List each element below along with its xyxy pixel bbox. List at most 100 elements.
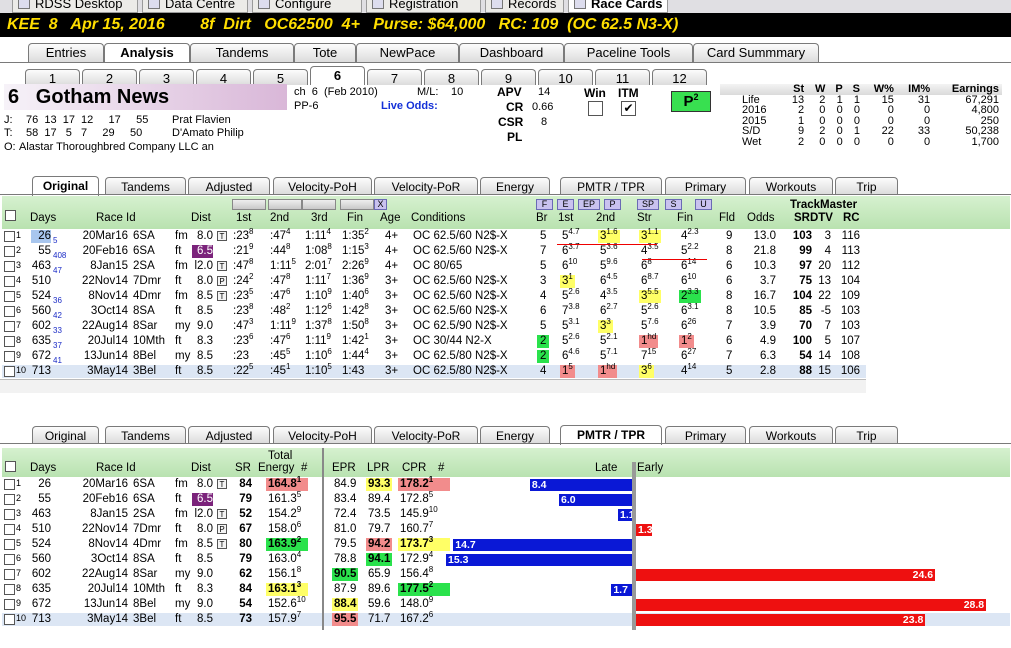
- row-checkbox[interactable]: [4, 539, 15, 550]
- row-checkbox[interactable]: [4, 494, 15, 505]
- row-checkbox[interactable]: [4, 231, 15, 242]
- row-checkbox[interactable]: [4, 276, 15, 287]
- energy-subtab-original[interactable]: Original: [32, 426, 99, 443]
- table-row[interactable]: 8 635 37 20Jul14 10Mth ft 8.3:236:476 1:119 1:42…: [2, 333, 866, 350]
- row-checkbox[interactable]: [4, 321, 15, 332]
- horse-tab-2[interactable]: 2: [82, 69, 137, 86]
- subtab-primary[interactable]: Primary: [665, 177, 746, 194]
- select-all-checkbox[interactable]: [5, 210, 16, 221]
- table-row[interactable]: 6 560 3Oct14 8SA ft 8.5 79 163.04 78.8 94.1 172.94…: [2, 551, 1010, 566]
- column-toggle-button[interactable]: [268, 199, 302, 210]
- itm-checkbox[interactable]: ✔: [621, 101, 636, 116]
- pace-filter-p[interactable]: P: [604, 199, 621, 210]
- table-row[interactable]: 4 510 22Nov14 7Dmr ft 8.0 P:242:478 1:117 1:369 3…: [2, 273, 866, 288]
- tab-paceline-tools[interactable]: Paceline Tools: [564, 43, 693, 62]
- row-checkbox[interactable]: [4, 291, 15, 302]
- table-row[interactable]: 1 26 5 20Mar16 6SA fm 8.0 T:238:474 1:114 1:352 4+…: [2, 228, 866, 245]
- energy-subtab-tandems[interactable]: Tandems: [105, 426, 186, 443]
- subtab-original[interactable]: Original: [32, 176, 99, 196]
- table-row[interactable]: 7 602 33 22Aug14 8Sar my 9.0:473 1:119 1:378 1:50…: [2, 318, 866, 335]
- top-nav-data-centre[interactable]: Data Centre: [142, 0, 248, 13]
- tab-newpace[interactable]: NewPace: [356, 43, 459, 62]
- column-toggle-button[interactable]: [232, 199, 266, 210]
- row-checkbox[interactable]: [4, 261, 15, 272]
- subtab-velocity-poh[interactable]: Velocity-PoH: [273, 177, 372, 194]
- tab-analysis[interactable]: Analysis: [104, 43, 190, 63]
- row-checkbox[interactable]: [4, 524, 15, 535]
- pace-filter-f[interactable]: F: [536, 199, 553, 210]
- row-checkbox[interactable]: [4, 584, 15, 595]
- row-checkbox[interactable]: [4, 246, 15, 257]
- tab-dashboard[interactable]: Dashboard: [459, 43, 564, 62]
- energy-subtab-pmtr-tpr[interactable]: PMTR / TPR: [560, 425, 662, 445]
- horse-tab-7[interactable]: 7: [367, 69, 422, 86]
- pace-filter-sp[interactable]: SP: [637, 199, 659, 210]
- horse-tab-11[interactable]: 11: [595, 69, 650, 86]
- energy-subtab-energy[interactable]: Energy: [480, 426, 550, 443]
- table-row[interactable]: 3 463 8Jan15 2SA fm l2.0 T 52 154.29 72.4 73.5 145.…: [2, 506, 1010, 521]
- row-checkbox[interactable]: [4, 569, 15, 580]
- table-row[interactable]: 10 713 3May14 3Bel ft 8.5:225:451 1:105 1:43 3+ O…: [2, 363, 866, 378]
- energy-subtab-primary[interactable]: Primary: [665, 426, 746, 443]
- tab-entries[interactable]: Entries: [28, 43, 104, 62]
- table-row[interactable]: 4 510 22Nov14 7Dmr ft 8.0 P 67 158.06 81.0 79.7 160…: [2, 521, 1010, 536]
- horse-tab-5[interactable]: 5: [253, 69, 308, 86]
- table-row[interactable]: 10 713 3May14 3Bel ft 8.5 73 157.97 95.5 71.7 167.…: [2, 611, 1010, 626]
- tab-tandems[interactable]: Tandems: [190, 43, 294, 62]
- horizontal-scrollbar[interactable]: [0, 379, 866, 393]
- horse-tab-9[interactable]: 9: [481, 69, 536, 86]
- subtab-tandems[interactable]: Tandems: [105, 177, 186, 194]
- top-nav-configure[interactable]: Configure: [252, 0, 362, 13]
- horse-tab-6[interactable]: 6: [310, 66, 365, 85]
- energy-subtab-velocity-por[interactable]: Velocity-PoR: [374, 426, 478, 443]
- table-row[interactable]: 2 55 20Feb16 6SA ft 6.5 79 161.35 83.4 89.4 172.85…: [2, 491, 1010, 506]
- top-nav-race-cards[interactable]: Race Cards: [568, 0, 668, 13]
- row-checkbox[interactable]: [4, 509, 15, 520]
- energy-subtab-adjusted[interactable]: Adjusted: [188, 426, 270, 443]
- top-nav-rdss-desktop[interactable]: RDSS Desktop: [12, 0, 138, 13]
- subtab-velocity-por[interactable]: Velocity-PoR: [374, 177, 478, 194]
- row-checkbox[interactable]: [4, 336, 15, 347]
- table-row[interactable]: 5 524 8Nov14 4Dmr fm 8.5 T 80 163.92 79.5 94.2 173.…: [2, 536, 1010, 551]
- pace-filter-ep[interactable]: EP: [578, 199, 600, 210]
- pace-filter-e[interactable]: E: [557, 199, 574, 210]
- horse-tab-10[interactable]: 10: [538, 69, 593, 86]
- horse-tab-3[interactable]: 3: [139, 69, 194, 86]
- row-checkbox[interactable]: [4, 479, 15, 490]
- row-checkbox[interactable]: [4, 306, 15, 317]
- pace-filter-u[interactable]: U: [695, 199, 712, 210]
- win-checkbox[interactable]: [588, 101, 603, 116]
- column-toggle-button[interactable]: [302, 199, 336, 210]
- table-row[interactable]: 5 524 36 8Nov14 4Dmr fm 8.5 T:235:476 1:109 1:406…: [2, 288, 866, 305]
- pace-filter-s[interactable]: S: [665, 199, 682, 210]
- column-toggle-button[interactable]: [340, 199, 374, 210]
- tab-card-summmary[interactable]: Card Summmary: [693, 43, 819, 62]
- horse-tab-1[interactable]: 1: [25, 69, 80, 86]
- table-row[interactable]: 7 602 22Aug14 8Sar my 9.0 62 156.18 90.5 65.9 156.…: [2, 566, 1010, 581]
- top-nav-records[interactable]: Records: [485, 0, 564, 13]
- subtab-energy[interactable]: Energy: [480, 177, 550, 194]
- subtab-workouts[interactable]: Workouts: [749, 177, 833, 194]
- table-row[interactable]: 9 672 13Jun14 8Bel my 9.0 54 152.610 88.4 59.6 148…: [2, 596, 1010, 611]
- table-row[interactable]: 8 635 20Jul14 10Mth ft 8.3 84 163.13 87.9 89.6 177…: [2, 581, 1010, 596]
- table-row[interactable]: 9 672 41 13Jun14 8Bel my 8.5:23:455 1:106 1:444 3…: [2, 348, 866, 365]
- table-row[interactable]: 3 463 47 8Jan15 2SA fm l2.0 T:478 1:115 2:017 2:26…: [2, 258, 866, 275]
- clear-button[interactable]: X: [374, 199, 387, 210]
- energy-subtab-velocity-poh[interactable]: Velocity-PoH: [273, 426, 372, 443]
- row-checkbox[interactable]: [4, 351, 15, 362]
- horse-tab-8[interactable]: 8: [424, 69, 479, 86]
- row-checkbox[interactable]: [4, 614, 15, 625]
- horse-tab-12[interactable]: 12: [652, 69, 707, 86]
- table-row[interactable]: 1 26 20Mar16 6SA fm 8.0 T 84 164.81 84.9 93.3 178.2…: [2, 476, 1010, 491]
- energy-subtab-trip[interactable]: Trip: [835, 426, 898, 443]
- energy-subtab-workouts[interactable]: Workouts: [749, 426, 833, 443]
- horse-tab-4[interactable]: 4: [196, 69, 251, 86]
- subtab-adjusted[interactable]: Adjusted: [188, 177, 270, 194]
- row-checkbox[interactable]: [4, 366, 15, 377]
- table-row[interactable]: 6 560 42 3Oct14 8SA ft 8.5:238:482 1:126 1:428 3+…: [2, 303, 866, 320]
- subtab-pmtr-tpr[interactable]: PMTR / TPR: [560, 177, 662, 194]
- row-checkbox[interactable]: [4, 599, 15, 610]
- tab-tote[interactable]: Tote: [294, 43, 356, 62]
- top-nav-registration[interactable]: Registration: [366, 0, 481, 13]
- row-checkbox[interactable]: [4, 554, 15, 565]
